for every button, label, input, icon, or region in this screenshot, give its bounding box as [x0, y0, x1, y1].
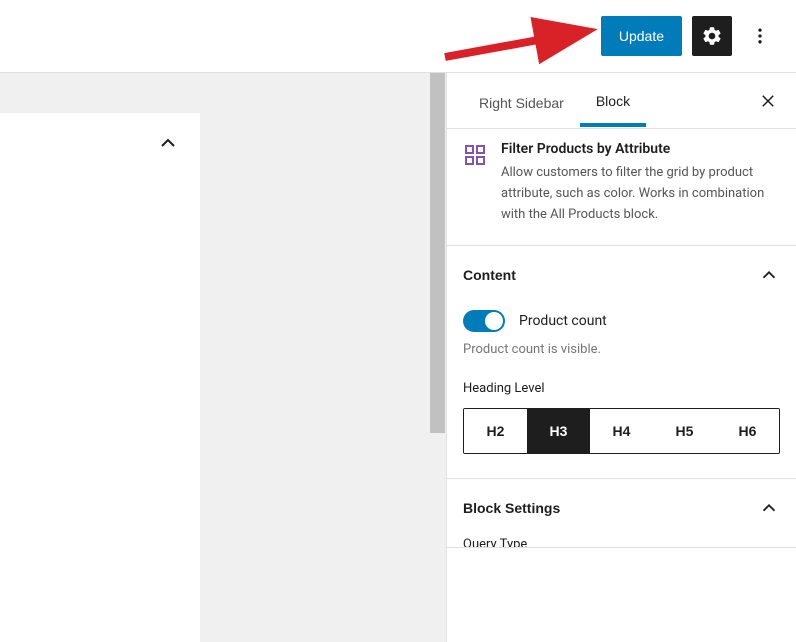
chevron-up-icon: [758, 497, 780, 519]
scrollbar-thumb[interactable]: [430, 73, 445, 433]
heading-h3-button[interactable]: H3: [527, 409, 590, 453]
block-title: Filter Products by Attribute: [501, 141, 780, 157]
query-type-label: Query Type: [463, 537, 780, 547]
editor-area: [0, 73, 446, 642]
panel-content-label: Content: [463, 267, 516, 283]
heading-h4-button[interactable]: H4: [590, 409, 653, 453]
block-description: Allow customers to filter the grid by pr…: [501, 163, 780, 225]
product-count-label: Product count: [519, 313, 607, 329]
panel-block-settings-header[interactable]: Block Settings: [447, 479, 796, 537]
panel-content-header[interactable]: Content: [447, 246, 796, 304]
heading-h2-button[interactable]: H2: [464, 409, 527, 453]
heading-h6-button[interactable]: H6: [716, 409, 779, 453]
update-button[interactable]: Update: [601, 16, 682, 56]
more-options-button[interactable]: [742, 18, 778, 54]
kebab-icon: [750, 26, 770, 46]
editor-canvas[interactable]: [0, 113, 200, 642]
block-info: Filter Products by Attribute Allow custo…: [447, 129, 796, 246]
product-count-toggle[interactable]: [463, 310, 505, 332]
gear-icon: [701, 25, 723, 47]
heading-h5-button[interactable]: H5: [653, 409, 716, 453]
heading-level-buttons: H2 H3 H4 H5 H6: [463, 408, 780, 454]
panel-block-settings-label: Block Settings: [463, 500, 560, 516]
right-sidebar: Right Sidebar Block Filter Products by A…: [446, 73, 796, 642]
close-icon: [759, 92, 777, 110]
heading-level-label: Heading Level: [463, 381, 780, 396]
editor-scrollbar[interactable]: [429, 73, 446, 642]
chevron-up-icon: [758, 264, 780, 286]
collapse-toggle[interactable]: [156, 131, 180, 155]
chevron-up-icon: [156, 131, 180, 155]
filter-block-icon: [463, 143, 487, 167]
product-count-hint: Product count is visible.: [463, 342, 780, 357]
close-sidebar-button[interactable]: [756, 89, 780, 113]
toggle-knob: [485, 312, 503, 330]
tab-right-sidebar[interactable]: Right Sidebar: [463, 77, 580, 125]
settings-button[interactable]: [692, 16, 732, 56]
tab-block[interactable]: Block: [580, 75, 646, 127]
